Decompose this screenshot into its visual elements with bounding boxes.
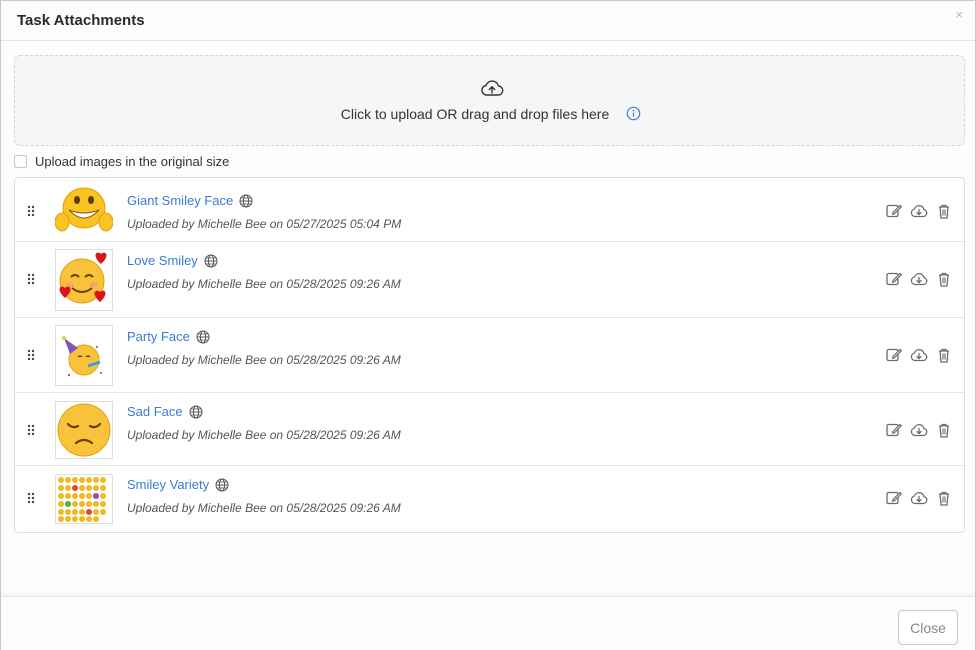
close-button[interactable]: Close bbox=[898, 610, 958, 645]
info-icon[interactable] bbox=[626, 106, 641, 121]
love-smiley-thumbnail[interactable] bbox=[55, 249, 113, 311]
attachment-row: Giant Smiley Face Uploaded by Michelle B… bbox=[15, 178, 964, 242]
upload-dropzone[interactable]: Click to upload OR drag and drop files h… bbox=[14, 55, 965, 146]
delete-icon[interactable] bbox=[935, 347, 953, 363]
sad-face-image bbox=[57, 403, 111, 457]
giant-smiley-thumbnail[interactable] bbox=[55, 186, 113, 234]
modal-title: Task Attachments bbox=[17, 12, 145, 29]
modal-header: Task Attachments × bbox=[1, 1, 975, 41]
attachment-meta: Uploaded by Michelle Bee on 05/27/2025 0… bbox=[127, 217, 402, 231]
row-actions bbox=[885, 422, 960, 438]
edit-icon[interactable] bbox=[885, 347, 903, 363]
drag-handle-icon[interactable] bbox=[27, 424, 35, 436]
drag-handle-icon[interactable] bbox=[27, 273, 35, 285]
attachment-title-line: Sad Face bbox=[127, 404, 203, 419]
attachment-title-line: Love Smiley bbox=[127, 253, 218, 268]
attachment-meta: Uploaded by Michelle Bee on 05/28/2025 0… bbox=[127, 277, 401, 291]
delete-icon[interactable] bbox=[935, 422, 953, 438]
attachment-row: Sad Face Uploaded by Michelle Bee on 05/… bbox=[15, 393, 964, 466]
download-icon[interactable] bbox=[910, 347, 928, 363]
drag-handle-icon[interactable] bbox=[27, 349, 35, 361]
attachment-meta: Uploaded by Michelle Bee on 05/28/2025 0… bbox=[127, 353, 401, 367]
globe-icon bbox=[196, 330, 210, 343]
dropzone-text: Click to upload OR drag and drop files h… bbox=[340, 106, 610, 122]
drag-handle-icon[interactable] bbox=[27, 205, 35, 217]
row-actions bbox=[885, 203, 960, 219]
download-icon[interactable] bbox=[910, 203, 928, 219]
attachment-title-line: Giant Smiley Face bbox=[127, 193, 253, 208]
attachment-name-link[interactable]: Smiley Variety bbox=[127, 477, 209, 492]
download-icon[interactable] bbox=[910, 490, 928, 506]
delete-icon[interactable] bbox=[935, 271, 953, 287]
download-icon[interactable] bbox=[910, 422, 928, 438]
globe-icon bbox=[204, 254, 218, 267]
attachment-title-line: Party Face bbox=[127, 329, 210, 344]
attachment-name-link[interactable]: Giant Smiley Face bbox=[127, 193, 233, 208]
original-size-option: Upload images in the original size bbox=[14, 153, 229, 169]
row-actions bbox=[885, 347, 960, 363]
delete-icon[interactable] bbox=[935, 490, 953, 506]
smiley-variety-image bbox=[58, 477, 106, 522]
drag-handle-icon[interactable] bbox=[27, 492, 35, 504]
smiley-variety-thumbnail[interactable] bbox=[55, 474, 113, 524]
attachment-row: Smiley Variety Uploaded by Michelle Bee … bbox=[15, 466, 964, 532]
attachment-title-line: Smiley Variety bbox=[127, 477, 229, 492]
attachment-name-link[interactable]: Love Smiley bbox=[127, 253, 198, 268]
attachment-name-link[interactable]: Sad Face bbox=[127, 404, 183, 419]
attachment-row: Party Face Uploaded by Michelle Bee on 0… bbox=[15, 318, 964, 393]
globe-icon bbox=[189, 405, 203, 418]
row-actions bbox=[885, 490, 960, 506]
sad-face-thumbnail[interactable] bbox=[55, 401, 113, 459]
close-x-icon[interactable]: × bbox=[955, 7, 963, 22]
party-face-image bbox=[62, 336, 102, 376]
edit-icon[interactable] bbox=[885, 203, 903, 219]
giant-smiley-image bbox=[55, 187, 113, 232]
modal-footer: Close bbox=[1, 596, 975, 650]
original-size-label: Upload images in the original size bbox=[35, 153, 230, 169]
attachment-meta: Uploaded by Michelle Bee on 05/28/2025 0… bbox=[127, 501, 401, 515]
edit-icon[interactable] bbox=[885, 490, 903, 506]
edit-icon[interactable] bbox=[885, 422, 903, 438]
party-face-thumbnail[interactable] bbox=[55, 325, 113, 386]
love-smiley-image bbox=[59, 252, 107, 304]
upload-cloud-icon bbox=[481, 80, 504, 96]
globe-icon bbox=[239, 194, 253, 207]
row-actions bbox=[885, 271, 960, 287]
original-size-checkbox[interactable] bbox=[14, 154, 27, 168]
globe-icon bbox=[215, 478, 229, 491]
attachment-name-link[interactable]: Party Face bbox=[127, 329, 190, 344]
edit-icon[interactable] bbox=[885, 271, 903, 287]
attachment-list: Giant Smiley Face Uploaded by Michelle B… bbox=[14, 177, 965, 533]
download-icon[interactable] bbox=[910, 271, 928, 287]
attachments-modal: Task Attachments × Click to upload OR dr… bbox=[0, 0, 976, 650]
delete-icon[interactable] bbox=[935, 203, 953, 219]
attachment-row: Love Smiley Uploaded by Michelle Bee on … bbox=[15, 242, 964, 318]
attachment-meta: Uploaded by Michelle Bee on 05/28/2025 0… bbox=[127, 428, 401, 442]
